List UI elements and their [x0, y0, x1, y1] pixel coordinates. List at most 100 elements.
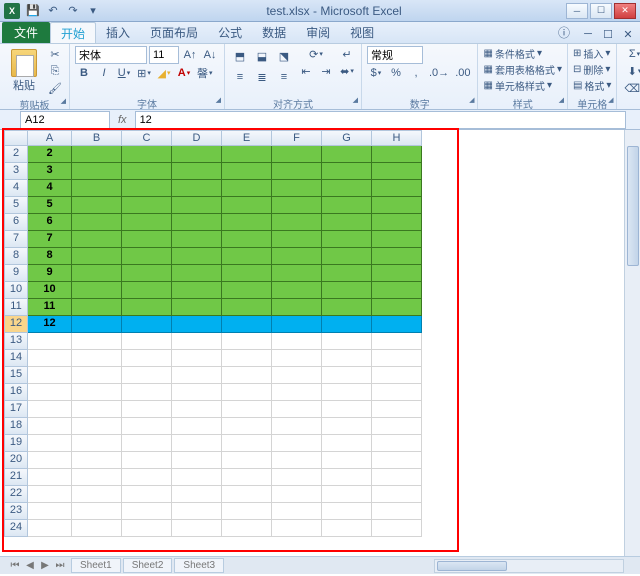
row-header-8[interactable]: 8 [4, 248, 28, 265]
fill-color-button[interactable]: ◢▾ [155, 65, 173, 81]
cell-E23[interactable] [222, 503, 272, 520]
redo-icon[interactable]: ↷ [64, 2, 82, 20]
cell-E24[interactable] [222, 520, 272, 537]
autosum-icon[interactable]: Σ▾ [622, 46, 640, 62]
cell-D24[interactable] [172, 520, 222, 537]
cell-D12[interactable] [172, 316, 222, 333]
increase-decimal-icon[interactable]: .0→ [427, 65, 451, 81]
cell-G12[interactable] [322, 316, 372, 333]
col-header-H[interactable]: H [372, 130, 422, 146]
cell-F3[interactable] [272, 163, 322, 180]
cell-A11[interactable]: 11 [28, 299, 72, 316]
cell-B5[interactable] [72, 197, 122, 214]
cell-A17[interactable] [28, 401, 72, 418]
minimize-button[interactable]: ─ [566, 3, 588, 19]
cell-G24[interactable] [322, 520, 372, 537]
row-header-4[interactable]: 4 [4, 180, 28, 197]
cell-B17[interactable] [72, 401, 122, 418]
row-header-16[interactable]: 16 [4, 384, 28, 401]
ribbon-minimize-button[interactable]: ─ [579, 25, 597, 43]
cell-A12[interactable]: 12 [28, 316, 72, 333]
cell-B22[interactable] [72, 486, 122, 503]
cell-H22[interactable] [372, 486, 422, 503]
cell-H3[interactable] [372, 163, 422, 180]
cell-B7[interactable] [72, 231, 122, 248]
file-tab[interactable]: 文件 [2, 22, 50, 43]
cell-C22[interactable] [122, 486, 172, 503]
cell-B21[interactable] [72, 469, 122, 486]
cell-E10[interactable] [222, 282, 272, 299]
orientation-icon[interactable]: ⟳▾ [297, 46, 335, 62]
cell-A7[interactable]: 7 [28, 231, 72, 248]
cell-A10[interactable]: 10 [28, 282, 72, 299]
cell-F22[interactable] [272, 486, 322, 503]
cell-C21[interactable] [122, 469, 172, 486]
cell-A13[interactable] [28, 333, 72, 350]
close-button[interactable]: ✕ [614, 3, 636, 19]
cell-E16[interactable] [222, 384, 272, 401]
cell-C20[interactable] [122, 452, 172, 469]
cell-F10[interactable] [272, 282, 322, 299]
cell-G19[interactable] [322, 435, 372, 452]
cell-H7[interactable] [372, 231, 422, 248]
align-bottom-icon[interactable]: ⬔ [274, 46, 294, 66]
cell-B4[interactable] [72, 180, 122, 197]
cell-G11[interactable] [322, 299, 372, 316]
cell-E8[interactable] [222, 248, 272, 265]
vertical-scroll-thumb[interactable] [627, 146, 639, 266]
view-tab[interactable]: 视图 [340, 22, 384, 43]
row-header-20[interactable]: 20 [4, 452, 28, 469]
cell-A2[interactable]: 2 [28, 146, 72, 163]
cell-C15[interactable] [122, 367, 172, 384]
align-right-icon[interactable]: ≡ [274, 67, 294, 87]
row-header-12[interactable]: 12 [4, 316, 28, 333]
cell-H5[interactable] [372, 197, 422, 214]
cell-F13[interactable] [272, 333, 322, 350]
font-size-select[interactable]: 11 [149, 46, 179, 64]
cell-F18[interactable] [272, 418, 322, 435]
cell-G6[interactable] [322, 214, 372, 231]
cell-G21[interactable] [322, 469, 372, 486]
cell-C16[interactable] [122, 384, 172, 401]
name-box[interactable]: A12 [20, 111, 110, 129]
cell-G10[interactable] [322, 282, 372, 299]
cell-G23[interactable] [322, 503, 372, 520]
help-icon[interactable]: ⓘ [553, 22, 575, 43]
cell-H2[interactable] [372, 146, 422, 163]
cell-E13[interactable] [222, 333, 272, 350]
horizontal-scrollbar[interactable] [434, 559, 624, 573]
sheet-nav-next-icon[interactable]: ▶ [38, 560, 52, 571]
cell-H16[interactable] [372, 384, 422, 401]
row-header-2[interactable]: 2 [4, 146, 28, 163]
review-tab[interactable]: 审阅 [296, 22, 340, 43]
cell-B15[interactable] [72, 367, 122, 384]
cell-B9[interactable] [72, 265, 122, 282]
cell-F8[interactable] [272, 248, 322, 265]
underline-button[interactable]: U▾ [115, 65, 133, 81]
col-header-B[interactable]: B [72, 130, 122, 146]
cell-B10[interactable] [72, 282, 122, 299]
align-middle-icon[interactable]: ⬓ [252, 46, 272, 66]
cell-A5[interactable]: 5 [28, 197, 72, 214]
cell-A4[interactable]: 4 [28, 180, 72, 197]
conditional-format-button[interactable]: ▦ 条件格式 ▾ [483, 46, 561, 61]
cell-E21[interactable] [222, 469, 272, 486]
cell-C18[interactable] [122, 418, 172, 435]
vertical-scrollbar[interactable] [624, 130, 640, 556]
cell-H14[interactable] [372, 350, 422, 367]
cell-H13[interactable] [372, 333, 422, 350]
cell-G17[interactable] [322, 401, 372, 418]
cell-E5[interactable] [222, 197, 272, 214]
cell-H11[interactable] [372, 299, 422, 316]
cell-D3[interactable] [172, 163, 222, 180]
col-header-A[interactable]: A [28, 130, 72, 146]
ribbon-close-button[interactable]: ✕ [619, 25, 637, 43]
cell-G18[interactable] [322, 418, 372, 435]
cell-D20[interactable] [172, 452, 222, 469]
format-cells-button[interactable]: ▤ 格式 ▾ [573, 78, 611, 93]
cell-D13[interactable] [172, 333, 222, 350]
wrap-text-icon[interactable]: ↵ [338, 46, 356, 62]
cell-A18[interactable] [28, 418, 72, 435]
border-button[interactable]: ⊞▾ [135, 65, 153, 81]
cell-H10[interactable] [372, 282, 422, 299]
